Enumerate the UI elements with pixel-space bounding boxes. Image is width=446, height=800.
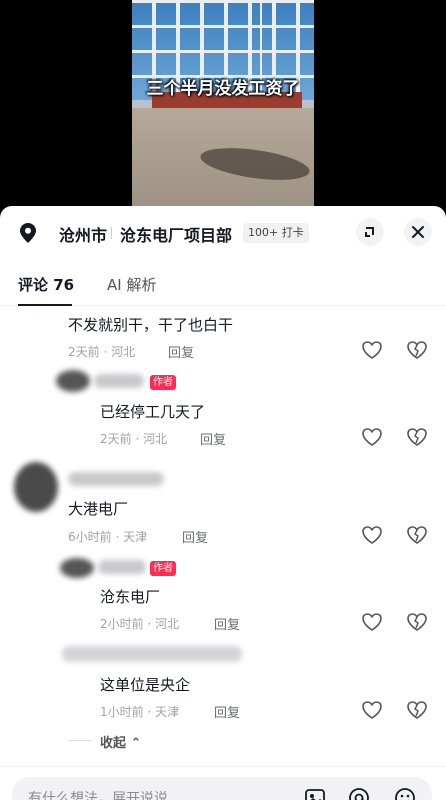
close-icon [412,226,424,238]
dislike-broken-heart-icon[interactable] [406,427,428,447]
like-heart-icon[interactable] [361,340,383,360]
location-city: 沧州市 [59,226,108,245]
comment-text: 大港电厂 [68,500,129,518]
like-heart-icon[interactable] [361,612,383,632]
active-tab-indicator [18,304,72,306]
comment-input-placeholder: 有什么想法，展开说说 [28,791,168,800]
collapse-divider [68,740,92,741]
location-place: 沧东电厂项目部 [120,226,233,245]
image-icon[interactable] [304,787,326,800]
mention-icon[interactable] [348,787,370,800]
collapse-label: 收起 [100,736,127,751]
comment-input-bar: 有什么想法，展开说说 [0,766,446,800]
comment-text: 沧东电厂 [100,588,161,606]
comment-meta: 2天前 · 河北 [68,345,136,359]
comment-sheet: 沧州市 沧东电厂项目部 100+ 打卡 评论 76 AI 解析 不发就别干，干了… [0,206,446,800]
location-divider [111,227,112,239]
comment-meta: 1小时前 · 天津 [100,705,180,719]
checkin-badge: 100+ 打卡 [243,223,309,243]
minimize-button[interactable] [356,218,384,246]
location-pin-icon [20,223,36,243]
comment-text: 已经停工几天了 [100,403,206,421]
video-caption: 三个半月没发工资了 [146,79,300,99]
collapse-replies-button[interactable]: 收起 ⌃ [100,732,141,751]
username[interactable] [62,646,242,662]
avatar[interactable] [60,558,94,578]
reply-button[interactable]: 回复 [214,702,240,721]
avatar[interactable] [14,462,58,512]
like-heart-icon[interactable] [361,700,383,720]
comment-text: 这单位是央企 [100,676,191,694]
collapse-corner-icon [365,227,374,237]
like-heart-icon[interactable] [361,427,383,447]
emoji-icon[interactable] [394,787,416,800]
tab-comments[interactable]: 评论 76 [18,274,74,295]
author-badge: 作者 [150,375,176,390]
chevron-up-icon: ⌃ [130,736,142,751]
like-heart-icon[interactable] [361,525,383,545]
reply-button[interactable]: 回复 [200,429,226,448]
comment-input[interactable]: 有什么想法，展开说说 [12,777,432,800]
video-frame [132,0,314,212]
avatar[interactable] [56,370,90,392]
comment-meta: 2小时前 · 河北 [100,617,180,631]
username[interactable] [94,374,144,388]
comment-meta: 2天前 · 河北 [100,432,168,446]
reply-button[interactable]: 回复 [214,614,240,633]
comment-meta: 6小时前 · 天津 [68,530,148,544]
close-button[interactable] [404,218,432,246]
reply-button[interactable]: 回复 [182,527,208,546]
reply-button[interactable]: 回复 [168,342,194,361]
author-badge: 作者 [150,561,176,576]
username[interactable] [68,472,164,486]
dislike-broken-heart-icon[interactable] [406,340,428,360]
comment-tabs: 评论 76 AI 解析 [0,270,446,306]
dislike-broken-heart-icon[interactable] [406,612,428,632]
username[interactable] [98,560,146,574]
dislike-broken-heart-icon[interactable] [406,700,428,720]
tab-ai-analysis[interactable]: AI 解析 [107,274,156,295]
comment-text: 不发就别干，干了也白干 [68,316,234,334]
video-player[interactable]: 三个半月没发工资了 [0,0,446,212]
dislike-broken-heart-icon[interactable] [406,525,428,545]
